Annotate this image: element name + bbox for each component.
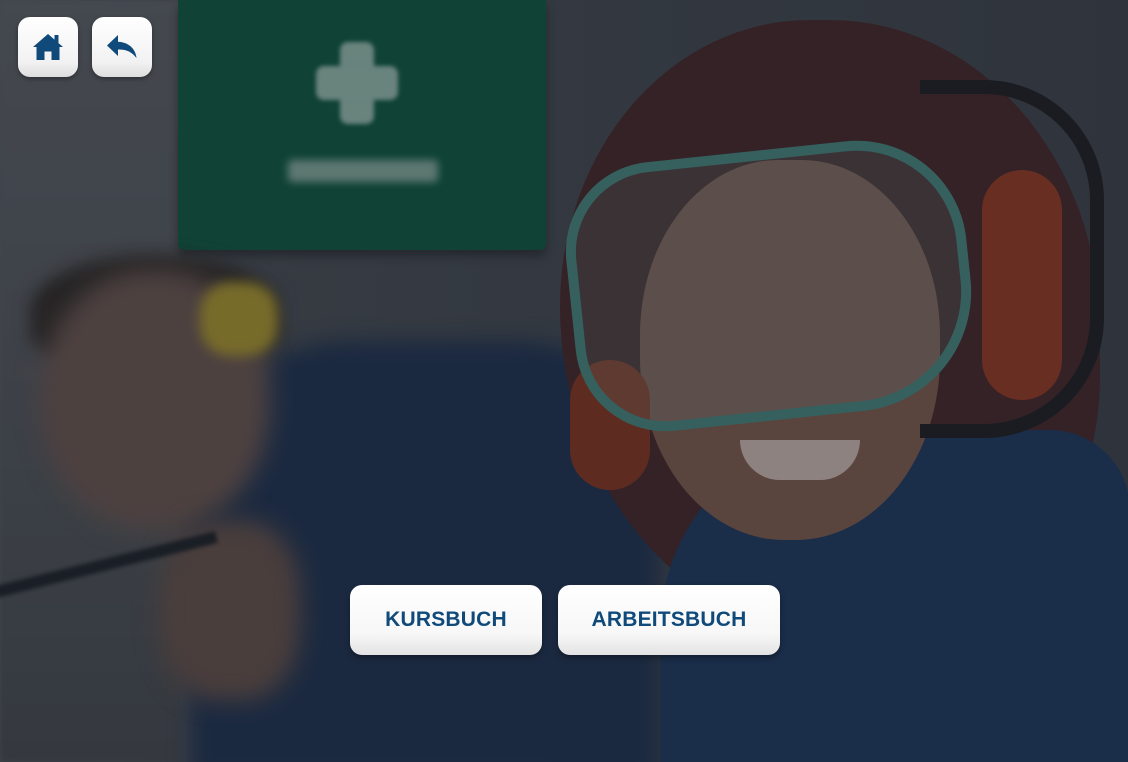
app-screen: KURSBUCH ARBEITSBUCH <box>0 0 1128 762</box>
home-icon <box>32 32 64 62</box>
kursbuch-button[interactable]: KURSBUCH <box>350 585 542 655</box>
home-button[interactable] <box>18 17 78 77</box>
back-button[interactable] <box>92 17 152 77</box>
arbeitsbuch-button[interactable]: ARBEITSBUCH <box>558 585 780 655</box>
back-arrow-icon <box>106 34 138 60</box>
